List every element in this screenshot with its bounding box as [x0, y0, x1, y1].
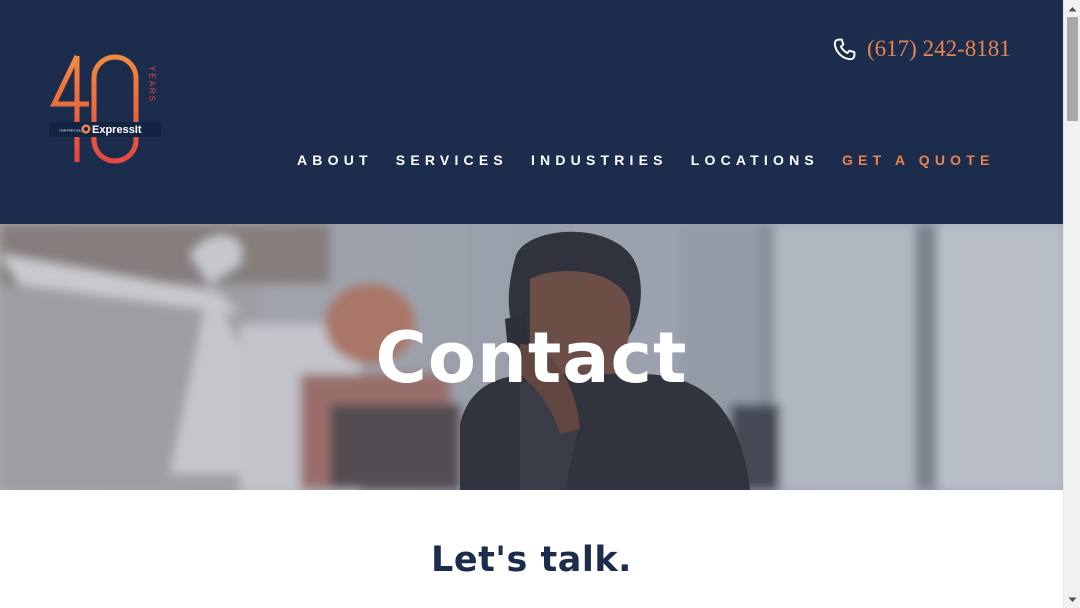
phone-icon	[833, 38, 856, 60]
expressit-40-years-logo: YEARS YOUR PRINT SOLUTION ExpressIt	[49, 54, 161, 164]
scrollbar-thumb[interactable]	[1067, 17, 1078, 121]
logo-link[interactable]: YEARS YOUR PRINT SOLUTION ExpressIt	[47, 52, 167, 166]
nav-locations[interactable]: LOCATIONS	[691, 152, 819, 168]
main-nav: ABOUT SERVICES INDUSTRIES LOCATIONS GET …	[297, 150, 995, 170]
logo-brand: ExpressIt	[92, 124, 142, 136]
hero-banner: Contact	[0, 224, 1063, 490]
nav-get-a-quote[interactable]: GET A QUOTE	[842, 152, 995, 168]
scroll-up-arrow-icon[interactable]	[1064, 0, 1080, 17]
site-header: YEARS YOUR PRINT SOLUTION ExpressIt (617…	[0, 0, 1063, 224]
nav-about[interactable]: ABOUT	[297, 152, 373, 168]
section-heading: Let's talk.	[431, 540, 632, 580]
hero-title: Contact	[375, 317, 688, 399]
main-content: Let's talk.	[0, 490, 1063, 608]
scroll-down-arrow-icon[interactable]	[1064, 591, 1080, 608]
page: YEARS YOUR PRINT SOLUTION ExpressIt (617…	[0, 0, 1063, 608]
nav-services[interactable]: SERVICES	[396, 152, 508, 168]
phone-link[interactable]: (617) 242-8181	[832, 33, 1011, 65]
vertical-scrollbar[interactable]	[1063, 0, 1080, 608]
nav-industries[interactable]: INDUSTRIES	[531, 152, 668, 168]
logo-years-text: YEARS	[148, 66, 157, 103]
phone-number: (617) 242-8181	[867, 36, 1011, 61]
